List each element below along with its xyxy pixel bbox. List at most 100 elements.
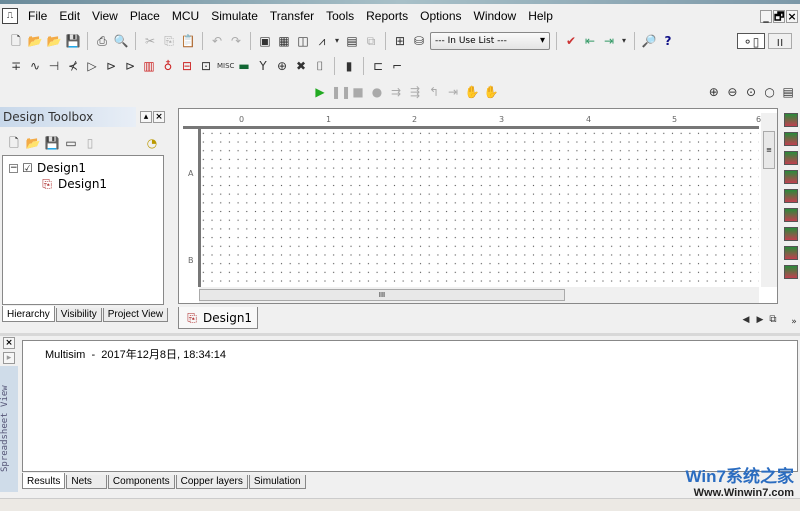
open-folder-icon[interactable]: 📂 — [27, 33, 43, 49]
wattmeter-icon[interactable] — [784, 151, 798, 165]
new-file-icon[interactable]: 🗋 — [8, 33, 24, 49]
step-into-icon[interactable]: ⇶ — [407, 84, 423, 100]
redo-icon[interactable]: ↷ — [228, 33, 244, 49]
zoom-fit-icon[interactable]: ○ — [762, 84, 778, 100]
basic-resistor-icon[interactable]: ∿ — [27, 58, 43, 74]
ni-component-icon[interactable]: ✖ — [293, 58, 309, 74]
multimeter-icon[interactable] — [784, 113, 798, 127]
sheet-icon[interactable]: ▤ — [780, 84, 796, 100]
vertical-scroll-thumb[interactable]: ≡ — [763, 131, 775, 169]
in-use-list-dropdown[interactable]: --- In Use List --- — [430, 32, 550, 50]
advanced-peripherals-icon[interactable]: ▬ — [236, 58, 252, 74]
rf-icon[interactable]: Y — [255, 58, 271, 74]
forward-annotate-icon[interactable]: ⇥ — [601, 33, 617, 49]
panel-minimize-button[interactable]: ▴ — [140, 111, 152, 123]
toggle-spreadsheet-icon[interactable]: ▦ — [276, 33, 292, 49]
menu-options[interactable]: Options — [414, 9, 467, 23]
run-to-cursor-icon[interactable]: ⇥ — [445, 84, 461, 100]
electrical-rules-icon[interactable]: ⧉ — [363, 33, 379, 49]
pause-icon[interactable]: ❚❚ — [331, 84, 351, 100]
tab-project-view[interactable]: Project View — [102, 308, 169, 322]
database-manager-icon[interactable]: ◫ — [295, 33, 311, 49]
open-sample-icon[interactable]: 📂 — [46, 33, 62, 49]
toggle-design-toolbox-icon[interactable]: ▣ — [257, 33, 273, 49]
menu-simulate[interactable]: Simulate — [205, 9, 264, 23]
zoom-area-icon[interactable]: ⊙ — [743, 84, 759, 100]
indicator-icon[interactable]: ♁ — [160, 58, 176, 74]
open-design-icon[interactable]: 📂 — [25, 135, 41, 151]
menu-help[interactable]: Help — [522, 9, 559, 23]
ttl-icon[interactable]: ⊳ — [103, 58, 119, 74]
transistor-icon[interactable]: ⊀ — [65, 58, 81, 74]
grapher-icon[interactable]: ⩘ — [314, 33, 330, 49]
misc-digital-icon[interactable]: ⊡ — [198, 58, 214, 74]
pause-switch-icon[interactable]: ıı — [768, 33, 792, 49]
cut-icon[interactable]: ✂ — [142, 33, 158, 49]
wire-icon[interactable]: ⌐ — [389, 58, 405, 74]
zoom-in-icon[interactable]: ⊕ — [706, 84, 722, 100]
copy-icon[interactable]: ⎘ — [161, 33, 177, 49]
menu-place[interactable]: Place — [124, 9, 166, 23]
remove-breakpoints-icon[interactable]: ✋ — [483, 84, 499, 100]
breakpoint-icon[interactable]: ● — [369, 84, 385, 100]
horizontal-scroll-thumb[interactable]: III — [199, 289, 565, 301]
function-generator-icon[interactable] — [784, 132, 798, 146]
back-annotate-icon[interactable]: ⇤ — [582, 33, 598, 49]
menu-transfer[interactable]: Transfer — [264, 9, 320, 23]
frequency-counter-icon[interactable] — [784, 227, 798, 241]
rename-icon[interactable]: ▯ — [82, 135, 98, 151]
bode-plotter-icon[interactable] — [784, 208, 798, 222]
print-icon[interactable]: ⎙ — [94, 33, 110, 49]
postprocessor-icon[interactable]: ▤ — [344, 33, 360, 49]
save-design-icon[interactable]: 💾 — [44, 135, 60, 151]
tree-root[interactable]: − ☑ Design1 — [9, 160, 86, 176]
close-button[interactable]: × — [786, 10, 798, 23]
word-generator-icon[interactable] — [784, 246, 798, 260]
tab-design1[interactable]: ⎘ Design1 — [178, 307, 259, 329]
logic-analyzer-icon[interactable] — [784, 265, 798, 279]
menu-window[interactable]: Window — [468, 9, 523, 23]
help-icon[interactable]: ? — [660, 33, 676, 49]
mixed-icon[interactable]: ▥ — [141, 58, 157, 74]
tab-components[interactable]: Components — [107, 475, 175, 489]
zoom-out-icon[interactable]: ⊖ — [725, 84, 741, 100]
tab-results[interactable]: Results — [22, 473, 66, 489]
oscilloscope-icon[interactable] — [784, 170, 798, 184]
minimize-button[interactable]: _ — [760, 10, 772, 23]
electromechanical-icon[interactable]: ⊕ — [274, 58, 290, 74]
run-icon[interactable]: ▶ — [312, 84, 328, 100]
database-icon[interactable]: ⛁ — [411, 33, 427, 49]
tab-scroll-left-icon[interactable]: ◀ — [740, 312, 752, 328]
print-preview-icon[interactable]: 🔍 — [113, 33, 129, 49]
component-wizard-icon[interactable]: ⊞ — [392, 33, 408, 49]
annotate-dropdown-icon[interactable]: ▾ — [620, 33, 628, 49]
panel-close-button[interactable]: × — [153, 111, 165, 123]
tree-child[interactable]: ⎘ Design1 — [39, 176, 107, 192]
schematic-canvas[interactable]: A B 0 1 2 3 4 5 6 ≡ III — [178, 108, 778, 304]
step-out-icon[interactable]: ↰ — [426, 84, 442, 100]
tab-hierarchy[interactable]: Hierarchy — [2, 306, 55, 322]
misc-icon[interactable]: MISC — [217, 58, 234, 74]
hierarchical-block-icon[interactable]: ▮ — [341, 58, 357, 74]
menu-edit[interactable]: Edit — [53, 9, 86, 23]
save-icon[interactable]: 💾 — [65, 33, 81, 49]
menu-file[interactable]: File — [22, 9, 53, 23]
horizontal-scrollbar[interactable]: III — [199, 287, 759, 303]
tab-copper-layers[interactable]: Copper layers — [175, 475, 248, 489]
tab-visibility[interactable]: Visibility — [55, 308, 102, 322]
more-tools-chevron-icon[interactable]: » — [788, 314, 800, 330]
spreadsheet-expand-button[interactable]: ▸ — [3, 352, 15, 364]
stop-icon[interactable]: ■ — [350, 84, 366, 100]
splitter[interactable] — [0, 333, 800, 336]
erc-check-icon[interactable]: ✔ — [563, 33, 579, 49]
restore-button[interactable]: 🗗 — [773, 10, 785, 23]
menu-view[interactable]: View — [86, 9, 124, 23]
simulation-switch-icon[interactable]: ⚬▯ — [737, 33, 765, 49]
analog-opamp-icon[interactable]: ▷ — [84, 58, 100, 74]
grapher-dropdown-icon[interactable]: ▾ — [333, 33, 341, 49]
spreadsheet-close-button[interactable]: × — [3, 337, 15, 349]
mcu-icon[interactable]: ⌷ — [312, 58, 328, 74]
multisim-app-icon[interactable]: ⎍ — [2, 8, 18, 24]
step-icon[interactable]: ⇉ — [388, 84, 404, 100]
tab-simulation[interactable]: Simulation — [248, 475, 306, 489]
